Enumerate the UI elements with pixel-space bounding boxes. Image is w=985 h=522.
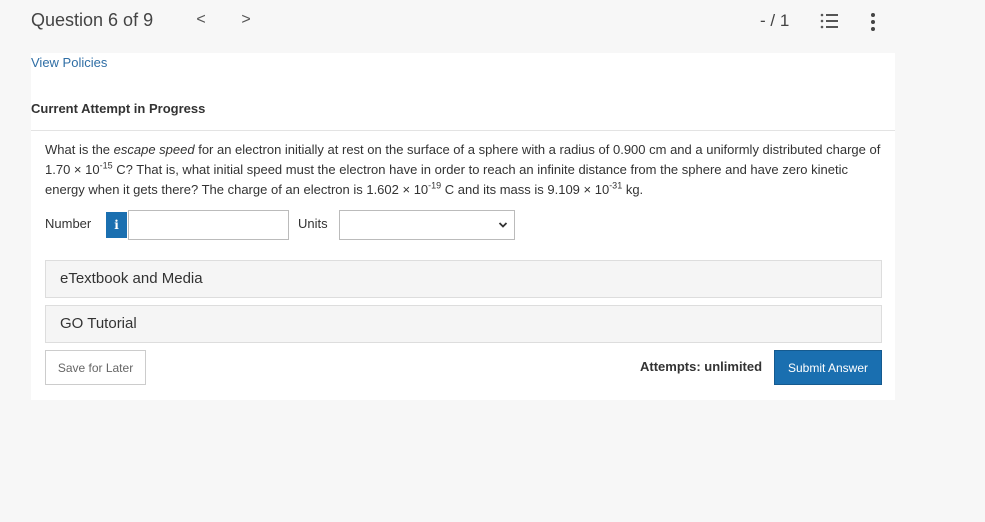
score-display: - / 1 — [760, 11, 790, 30]
units-label: Units — [298, 216, 328, 231]
number-label: Number — [45, 216, 92, 231]
attempts-count: Attempts: unlimited — [640, 359, 763, 374]
attempt-status: Current Attempt in Progress — [31, 101, 206, 116]
question-emphasis: escape speed — [113, 142, 195, 157]
divider — [31, 130, 895, 131]
question-text: What is the escape speed for an electron… — [45, 142, 881, 197]
more-vertical-icon[interactable] — [870, 12, 876, 32]
submit-answer-button[interactable]: Submit Answer — [774, 350, 882, 385]
previous-question-button[interactable]: < — [193, 11, 209, 29]
list-icon[interactable] — [820, 12, 838, 30]
etextbook-label: eTextbook and Media — [60, 270, 203, 287]
view-policies-link[interactable]: View Policies — [31, 55, 107, 70]
question-card: View Policies Current Attempt in Progres… — [31, 53, 895, 400]
etextbook-panel[interactable]: eTextbook and Media — [45, 260, 882, 298]
top-bar: Question 6 of 9 < > - / 1 — [0, 0, 985, 45]
save-for-later-button[interactable]: Save for Later — [45, 350, 146, 385]
number-input[interactable] — [128, 210, 289, 240]
info-button[interactable]: i — [106, 212, 127, 238]
units-select[interactable] — [339, 210, 515, 240]
next-question-button[interactable]: > — [238, 11, 254, 29]
chevron-down-icon — [498, 222, 508, 228]
question-title: Question 6 of 9 — [31, 10, 154, 30]
go-tutorial-panel[interactable]: GO Tutorial — [45, 305, 882, 343]
go-tutorial-label: GO Tutorial — [60, 315, 137, 332]
